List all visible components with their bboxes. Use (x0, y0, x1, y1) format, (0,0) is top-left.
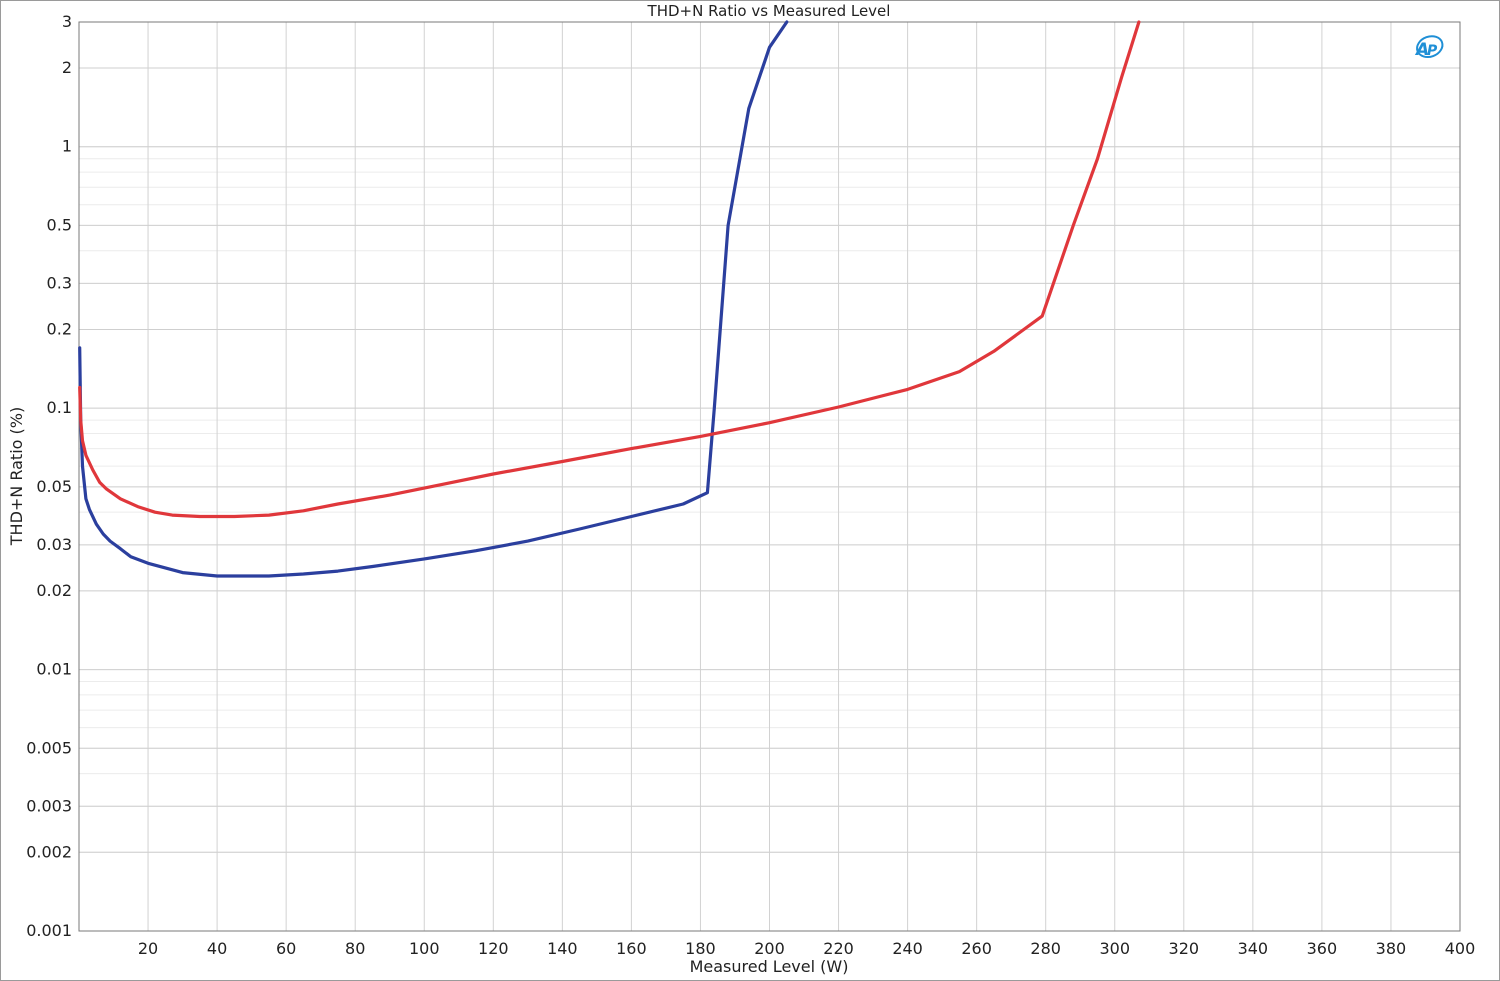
y-tick-label: 0.002 (26, 842, 72, 861)
series-layer (78, 20, 1141, 578)
x-tick-label: 60 (276, 939, 296, 958)
x-tick-label: 160 (616, 939, 647, 958)
y-tick-label: 0.01 (36, 660, 72, 679)
x-tick-label: 40 (207, 939, 227, 958)
y-tick-label: 0.3 (47, 273, 72, 292)
x-tick-label: 340 (1238, 939, 1269, 958)
x-tick-label: 140 (547, 939, 578, 958)
y-tick-label: 0.003 (26, 796, 72, 815)
y-tick-label: 0.02 (36, 581, 72, 600)
y-tick-label: 0.005 (26, 738, 72, 757)
x-tick-label: 100 (409, 939, 440, 958)
x-tick-label: 220 (823, 939, 854, 958)
series-line-2 (78, 20, 1141, 519)
thd-chart: 20 40 60 80 100 120 140 160 180 200 220 240 260 280 30… (7, 2, 1475, 976)
y-tick-label: 0.03 (36, 535, 72, 554)
x-axis-label: Measured Level (W) (690, 957, 849, 976)
x-tick-labels: 20 40 60 80 100 120 140 160 180 200 220 240 260 280 30… (138, 939, 1475, 958)
x-tick-label: 120 (478, 939, 509, 958)
major-gridlines (79, 21, 1461, 932)
x-tick-label: 280 (1030, 939, 1061, 958)
x-tick-label: 20 (138, 939, 158, 958)
y-tick-label: 0.5 (47, 215, 72, 234)
series-line-1 (78, 20, 789, 578)
x-tick-label: 400 (1445, 939, 1476, 958)
x-tick-label: 360 (1307, 939, 1338, 958)
y-axis-label: THD+N Ratio (%) (7, 407, 26, 546)
x-tick-label: 180 (685, 939, 716, 958)
x-tick-label: 260 (961, 939, 992, 958)
x-tick-label: 240 (892, 939, 923, 958)
logo-text-p: P (1427, 43, 1438, 59)
y-tick-label: 0.1 (47, 398, 72, 417)
y-tick-label: 0.2 (47, 319, 72, 338)
y-tick-label: 0.05 (36, 477, 72, 496)
chart-title: THD+N Ratio vs Measured Level (647, 2, 891, 20)
y-tick-label: 1 (62, 137, 72, 156)
x-tick-label: 320 (1169, 939, 1200, 958)
y-tick-label: 0.001 (26, 921, 72, 940)
ap-logo: A P (1414, 35, 1444, 60)
y-tick-labels: 3 2 1 0.5 0.3 0.2 0.1 0.05 0.03 0.02 0.01 0.005 0.00… (26, 12, 72, 940)
x-tick-label: 200 (754, 939, 785, 958)
x-tick-label: 300 (1099, 939, 1130, 958)
x-tick-label: 80 (345, 939, 365, 958)
y-tick-label: 2 (62, 58, 72, 77)
x-tick-label: 380 (1376, 939, 1407, 958)
y-tick-label: 3 (62, 12, 72, 31)
